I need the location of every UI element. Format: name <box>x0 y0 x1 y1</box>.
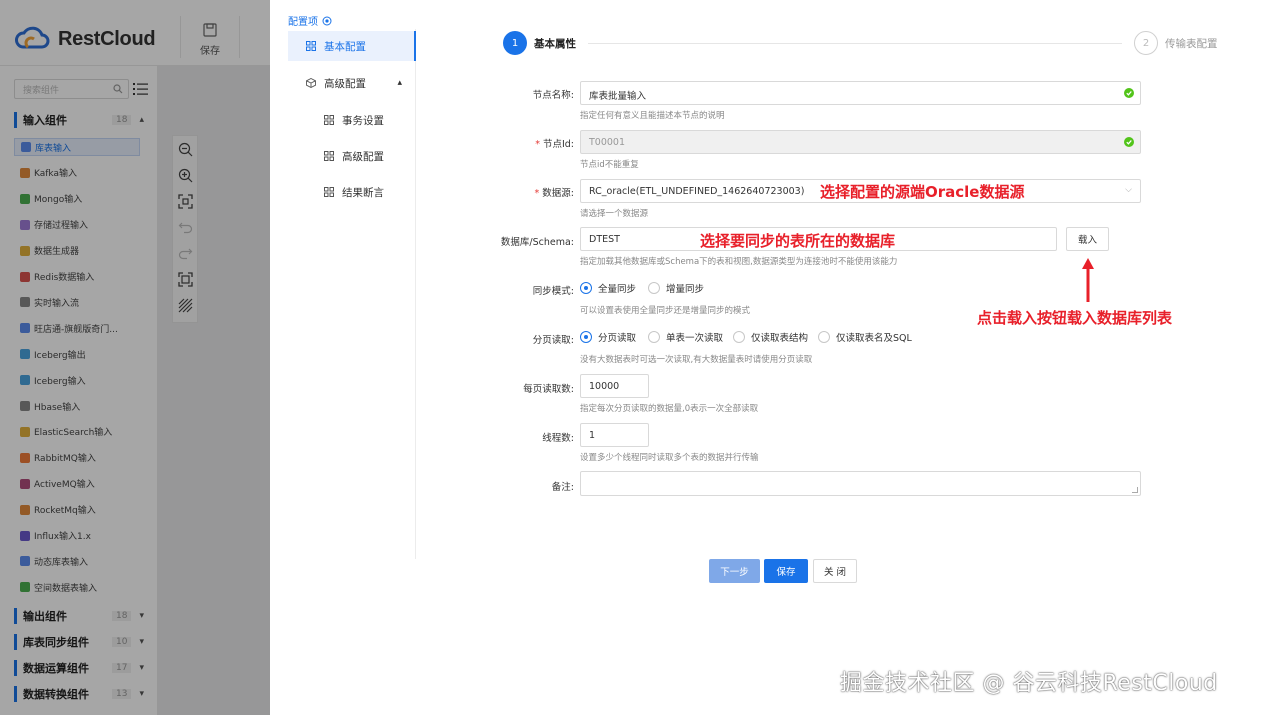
save-button[interactable]: 保存 <box>764 559 808 583</box>
menu-label: 高级配置 <box>342 150 384 163</box>
page-size-value: 10000 <box>589 381 620 392</box>
check-circle-icon <box>1124 88 1134 98</box>
grid-icon <box>324 115 334 125</box>
sync-mode-hint: 可以设置表使用全量同步还是增量同步的模式 <box>580 306 751 316</box>
modal-overlay[interactable] <box>0 0 270 715</box>
node-config-drawer: 配置项 基本配置 高级配置 ▴ 事务设置 高级配置 结果断言 1 基本属性 2 … <box>270 0 1268 715</box>
radio-single-read[interactable]: 单表一次读取 <box>648 330 723 344</box>
load-button[interactable]: 载入 <box>1066 227 1109 251</box>
radio-paged-read[interactable]: 分页读取 <box>580 330 636 344</box>
node-id-hint: 节点id不能重复 <box>580 160 639 170</box>
resize-handle-icon[interactable] <box>1132 487 1138 493</box>
paging-hint: 没有大数据表时可选一次读取,有大数据量表时请使用分页读取 <box>580 355 813 365</box>
page-size-input[interactable]: 10000 <box>580 374 649 398</box>
threads-input[interactable]: 1 <box>580 423 649 447</box>
node-id-value: T00001 <box>589 137 626 148</box>
config-title-text: 配置项 <box>288 17 318 28</box>
annotation-schema: 选择要同步的表所在的数据库 <box>700 232 896 250</box>
menu-label: 事务设置 <box>342 114 384 127</box>
step-connector <box>588 43 1122 44</box>
schema-value: DTEST <box>589 234 620 245</box>
step-2-indicator[interactable]: 2 <box>1134 31 1158 55</box>
node-id-input[interactable]: T00001 <box>580 130 1141 154</box>
watermark: 掘金技术社区 @ 谷云科技RestCloud <box>840 671 1218 696</box>
page-size-hint: 指定每次分页读取的数据量,0表示一次全部读取 <box>580 404 759 414</box>
sync-mode-label: 同步模式: <box>532 286 574 297</box>
node-name-input[interactable]: 库表批量输入 <box>580 81 1141 105</box>
grid-icon <box>306 41 316 51</box>
chevron-down-icon: ⌵ <box>1125 185 1132 195</box>
threads-hint: 设置多少个线程同时读取多个表的数据并行传输 <box>580 453 759 463</box>
paging-label: 分页读取: <box>532 335 574 346</box>
step-2-label[interactable]: 传输表配置 <box>1165 36 1218 51</box>
datasource-hint: 请选择一个数据源 <box>580 209 649 219</box>
radio-name-and-sql[interactable]: 仅读取表名及SQL <box>818 330 912 344</box>
node-name-hint: 指定任何有意义且能描述本节点的说明 <box>580 111 725 121</box>
schema-label: 数据库/Schema: <box>500 237 574 248</box>
step-1-label: 基本属性 <box>534 38 576 50</box>
datasource-label: * 数据源: <box>534 188 574 199</box>
threads-label: 线程数: <box>542 433 574 444</box>
node-name-label: 节点名称: <box>532 90 574 101</box>
radio-full-sync[interactable]: 全量同步 <box>580 281 636 295</box>
node-id-label: * 节点Id: <box>535 139 574 150</box>
datasource-value: RC_oracle(ETL_UNDEFINED_1462640723003) <box>589 186 805 197</box>
node-name-value: 库表批量输入 <box>589 91 647 102</box>
step-1-indicator: 1 <box>503 31 527 55</box>
annotation-datasource: 选择配置的源端Oracle数据源 <box>820 183 1025 201</box>
radio-structure-only[interactable]: 仅读取表结构 <box>733 330 808 344</box>
config-items-title: 配置项 <box>288 13 332 28</box>
red-arrow-up-icon <box>1082 258 1094 302</box>
menu-basic-config[interactable]: 基本配置 <box>288 31 416 61</box>
annotation-load-button: 点击载入按钮载入数据库列表 <box>977 309 1173 327</box>
menu-transaction-settings[interactable]: 事务设置 <box>288 105 416 135</box>
threads-value: 1 <box>589 430 596 441</box>
remark-label: 备注: <box>551 482 574 493</box>
check-circle-icon <box>1124 137 1134 147</box>
close-button[interactable]: 关 闭 <box>813 559 857 583</box>
page-size-label: 每页读取数: <box>523 384 574 395</box>
target-icon <box>322 16 332 25</box>
remark-textarea[interactable] <box>580 471 1141 496</box>
radio-incremental-sync[interactable]: 增量同步 <box>648 281 704 295</box>
schema-hint: 指定加载其他数据库或Schema下的表和视图,数据源类型为连接池时不能使用该能力 <box>580 257 898 267</box>
menu-label: 基本配置 <box>324 40 366 53</box>
grid-icon <box>324 151 334 161</box>
next-step-button[interactable]: 下一步 <box>709 559 760 583</box>
